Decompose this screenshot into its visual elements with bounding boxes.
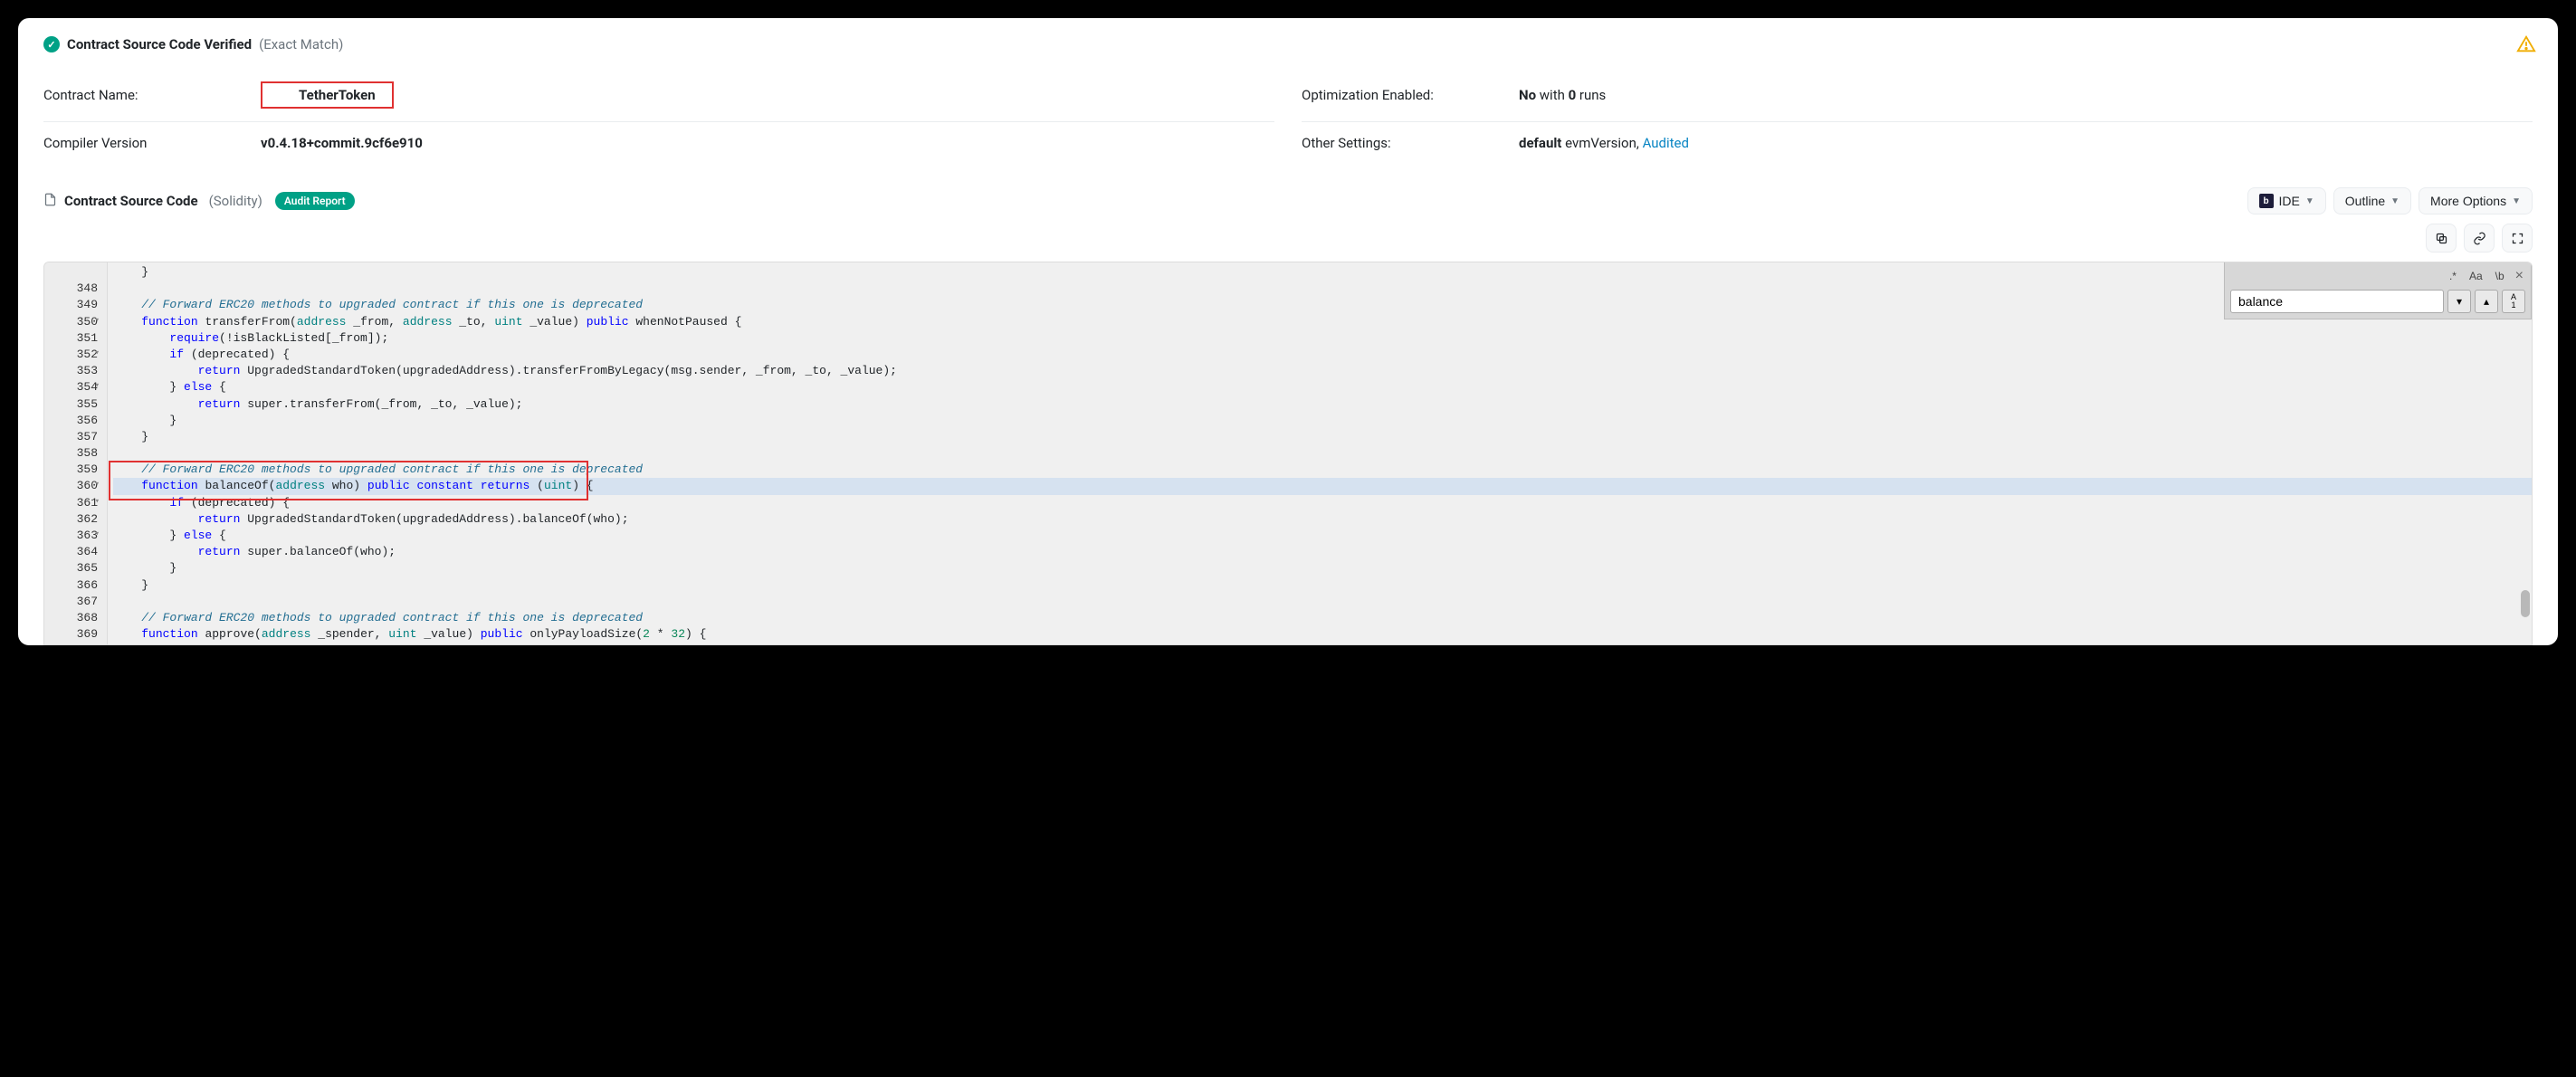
copy-button[interactable]: [2426, 224, 2457, 253]
row-compiler: Compiler Version v0.4.18+commit.9cf6e910: [43, 122, 1274, 164]
code-editor[interactable]: .* Aa \b × ▾ ▴ A 1 348349350351352353354…: [43, 262, 2533, 645]
row-contract-name: Contract Name: TetherToken: [43, 69, 1274, 122]
chevron-down-icon: ▼: [2390, 196, 2399, 206]
code-line[interactable]: require(!isBlackListed[_from]);: [113, 330, 2532, 347]
optimization-value: No with 0 runs: [1519, 87, 2533, 103]
row-other: Other Settings: default evmVersion, Audi…: [1302, 122, 2533, 164]
scrollbar-thumb[interactable]: [2521, 590, 2530, 617]
label-other: Other Settings:: [1302, 135, 1519, 151]
code-line[interactable]: if (deprecated) {: [113, 495, 2532, 511]
code-line[interactable]: // Forward ERC20 methods to upgraded con…: [113, 297, 2532, 313]
source-lang: (Solidity): [209, 193, 262, 209]
code-line[interactable]: function transferFrom(address _from, add…: [113, 314, 2532, 330]
code-line[interactable]: return UpgradedStandardToken(upgradedAdd…: [113, 511, 2532, 528]
verified-subtitle: (Exact Match): [259, 36, 343, 52]
file-icon: [43, 192, 57, 211]
contract-name-value: TetherToken: [261, 81, 394, 109]
check-circle-icon: ✓: [43, 36, 60, 52]
chevron-down-icon: ▼: [2512, 196, 2521, 206]
verified-title: Contract Source Code Verified: [67, 36, 252, 52]
code-line[interactable]: }: [113, 577, 2532, 594]
code-line[interactable]: [113, 281, 2532, 297]
compiler-value: v0.4.18+commit.9cf6e910: [261, 135, 1274, 151]
code-area[interactable]: } // Forward ERC20 methods to upgraded c…: [108, 262, 2532, 644]
source-title: Contract Source Code: [64, 193, 198, 209]
fullscreen-button[interactable]: [2502, 224, 2533, 253]
ide-logo-icon: b: [2259, 194, 2274, 208]
code-line[interactable]: function approve(address _spender, uint …: [113, 626, 2532, 643]
warning-icon[interactable]: [2516, 34, 2536, 58]
meta-grid: Contract Name: TetherToken Optimization …: [43, 69, 2533, 164]
ide-button[interactable]: b IDE ▼: [2247, 187, 2326, 214]
row-optimization: Optimization Enabled: No with 0 runs: [1302, 69, 2533, 122]
contract-card: ✓ Contract Source Code Verified (Exact M…: [18, 18, 2558, 645]
code-line[interactable]: }: [113, 560, 2532, 577]
label-optimization: Optimization Enabled:: [1302, 87, 1519, 103]
code-line[interactable]: return super.transferFrom(_from, _to, _v…: [113, 396, 2532, 413]
code-line[interactable]: }: [113, 264, 2532, 281]
outline-button[interactable]: Outline ▼: [2333, 187, 2411, 214]
code-line[interactable]: return super.balanceOf(who);: [113, 544, 2532, 560]
editor-action-row: [43, 224, 2533, 253]
more-options-button[interactable]: More Options ▼: [2419, 187, 2533, 214]
code-line[interactable]: if (deprecated) {: [113, 347, 2532, 363]
audited-link[interactable]: Audited: [1643, 135, 1689, 151]
verified-row: ✓ Contract Source Code Verified (Exact M…: [43, 36, 2533, 52]
code-line[interactable]: }: [113, 429, 2532, 445]
chevron-down-icon: ▼: [2305, 196, 2314, 206]
code-line[interactable]: [113, 594, 2532, 610]
line-gutter: 3483493503513523533543553563573583593603…: [44, 262, 108, 644]
label-contract-name: Contract Name:: [43, 87, 261, 103]
label-compiler: Compiler Version: [43, 135, 261, 151]
code-line[interactable]: } else {: [113, 528, 2532, 544]
audit-badge[interactable]: Audit Report: [275, 192, 355, 210]
code-line[interactable]: } else {: [113, 379, 2532, 396]
code-line[interactable]: [113, 445, 2532, 462]
code-line[interactable]: // Forward ERC20 methods to upgraded con…: [113, 462, 2532, 478]
source-section-header: Contract Source Code (Solidity) Audit Re…: [43, 187, 2533, 214]
code-line[interactable]: }: [113, 413, 2532, 429]
code-line[interactable]: function balanceOf(address who) public c…: [113, 478, 2532, 494]
code-line[interactable]: // Forward ERC20 methods to upgraded con…: [113, 610, 2532, 626]
code-line[interactable]: return UpgradedStandardToken(upgradedAdd…: [113, 363, 2532, 379]
link-button[interactable]: [2464, 224, 2495, 253]
other-value: default evmVersion, Audited: [1519, 135, 2533, 151]
